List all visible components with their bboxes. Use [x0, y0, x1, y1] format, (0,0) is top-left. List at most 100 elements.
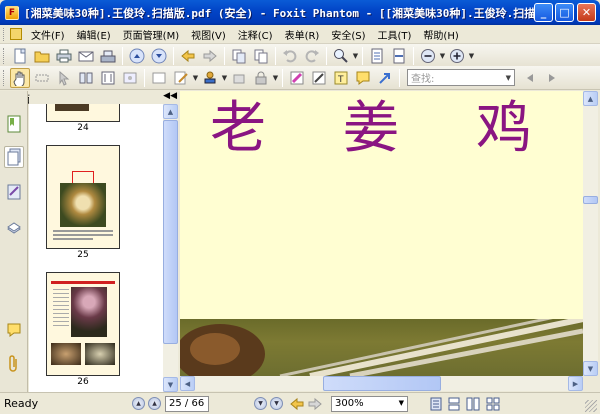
menu-edit[interactable]: 编辑(E) [71, 27, 117, 42]
scroll-up-icon[interactable]: ▲ [583, 91, 598, 106]
image-icon[interactable] [120, 68, 140, 88]
chevron-down-icon[interactable]: ▼ [352, 52, 359, 60]
scroll-right-icon[interactable]: ▶ [568, 376, 583, 391]
single-page-icon[interactable] [430, 397, 442, 414]
previous-page-icon[interactable]: ▲ [148, 397, 161, 410]
chevron-down-icon[interactable]: ▼ [439, 52, 446, 60]
attach-icon[interactable] [229, 68, 249, 88]
menu-help[interactable]: 帮助(H) [417, 27, 464, 42]
scroll-down-icon[interactable]: ▼ [163, 377, 178, 392]
thumbnail-text-line [53, 230, 113, 232]
zoom-out-icon[interactable] [418, 46, 438, 66]
back-arrow-icon[interactable] [290, 397, 304, 414]
menu-page-management[interactable]: 页面管理(M) [117, 27, 185, 42]
pages-tab-icon[interactable] [4, 146, 24, 168]
chevron-down-icon[interactable]: ▼ [221, 74, 228, 82]
redo-icon[interactable] [302, 46, 322, 66]
scan-icon[interactable] [98, 46, 118, 66]
print-icon[interactable] [54, 46, 74, 66]
zoom-tool-icon[interactable] [331, 46, 351, 66]
maximize-button[interactable]: □ [555, 3, 574, 22]
pointer-icon[interactable] [54, 68, 74, 88]
chevron-down-icon[interactable]: ▼ [192, 74, 199, 82]
thumbnail-page-24[interactable] [46, 104, 120, 122]
undo-icon[interactable] [280, 46, 300, 66]
last-page-icon[interactable]: ▼ [270, 397, 283, 410]
minimize-button[interactable]: _ [534, 3, 553, 22]
scroll-up-icon[interactable]: ▲ [163, 104, 178, 119]
stamp-icon[interactable] [200, 68, 220, 88]
fit-page-icon[interactable] [367, 46, 387, 66]
open-icon[interactable] [32, 46, 52, 66]
rectangle-icon[interactable] [149, 68, 169, 88]
attachments-tab-icon[interactable] [4, 217, 24, 239]
chevron-down-icon[interactable]: ▼ [468, 52, 475, 60]
thumbnail-image [51, 343, 81, 365]
previous-page-icon[interactable] [127, 46, 147, 66]
scrollbar-thumb[interactable] [323, 376, 441, 391]
forward-arrow-icon[interactable] [308, 397, 322, 414]
menu-view[interactable]: 视图(V) [185, 27, 232, 42]
find-previous-icon[interactable] [520, 68, 540, 88]
typewriter-icon[interactable]: T [331, 68, 351, 88]
next-page-icon[interactable]: ▼ [254, 397, 267, 410]
toolbar-separator [144, 68, 145, 87]
note-icon[interactable] [353, 68, 373, 88]
menu-security[interactable]: 安全(S) [325, 27, 371, 42]
scroll-down-icon[interactable]: ▼ [583, 361, 598, 376]
snapshot-icon[interactable] [76, 68, 96, 88]
side-tab-bar [0, 91, 28, 392]
continuous-page-icon[interactable] [448, 397, 460, 414]
document-view[interactable]: 老 姜 鸡 [180, 91, 583, 376]
resize-grip[interactable] [585, 400, 597, 412]
chevron-down-icon[interactable]: ▼ [399, 399, 404, 407]
next-page-icon[interactable] [149, 46, 169, 66]
zoom-in-icon[interactable] [447, 46, 467, 66]
lock-icon[interactable] [251, 68, 271, 88]
email-icon[interactable] [76, 46, 96, 66]
scroll-left-icon[interactable]: ◀ [180, 376, 195, 391]
find-next-icon[interactable] [542, 68, 562, 88]
search-input[interactable]: 查找: ▼ [407, 69, 515, 86]
menu-tools[interactable]: 工具(T) [372, 27, 418, 42]
document-vertical-scrollbar[interactable]: ▲ ▼ [583, 91, 598, 376]
zoom-level-select[interactable]: 300% ▼ [331, 396, 408, 412]
text-viewer-icon[interactable] [98, 68, 118, 88]
paperclip-tab-icon[interactable] [4, 353, 24, 375]
new-icon[interactable] [10, 46, 30, 66]
continuous-facing-icon[interactable] [486, 397, 500, 414]
cut-icon[interactable] [229, 46, 249, 66]
facing-page-icon[interactable] [466, 397, 480, 414]
page-number-field[interactable]: 25 / 66 [165, 396, 209, 412]
hand-tool-icon[interactable] [10, 67, 30, 88]
thumbnail-page-25[interactable] [46, 145, 120, 249]
foxit-app-icon[interactable]: F [5, 5, 19, 20]
copy-icon[interactable] [251, 46, 271, 66]
pencil-icon[interactable] [171, 68, 191, 88]
close-button[interactable]: ✕ [577, 3, 596, 22]
menu-file[interactable]: 文件(F) [25, 27, 71, 42]
highlight-icon[interactable] [287, 68, 307, 88]
select-text-icon[interactable] [32, 68, 52, 88]
back-arrow-icon[interactable] [178, 46, 198, 66]
menu-form[interactable]: 表单(R) [279, 27, 326, 42]
forward-arrow-icon[interactable] [200, 46, 220, 66]
thumbnail-label: 25 [77, 250, 89, 260]
scrollbar-thumb[interactable] [583, 196, 598, 204]
layers-tab-icon[interactable] [4, 181, 24, 203]
menu-comment[interactable]: 注释(C) [232, 27, 279, 42]
comments-tab-icon[interactable] [4, 319, 24, 341]
chevron-down-icon[interactable]: ▼ [272, 74, 279, 82]
arrow-tool-icon[interactable] [375, 68, 395, 88]
scrollbar-thumb[interactable] [163, 120, 178, 344]
first-page-icon[interactable]: ▲ [132, 397, 145, 410]
thumbnail-scrollbar[interactable]: ▲ ▼ [163, 104, 178, 392]
collapse-panel-icon[interactable]: ◀◀ [163, 91, 177, 101]
document-horizontal-scrollbar[interactable]: ◀ ▶ [180, 376, 583, 391]
sign-icon[interactable] [309, 68, 329, 88]
thumbnail-page-26[interactable] [46, 272, 120, 376]
fit-width-icon[interactable] [389, 46, 409, 66]
status-bar: Ready ▲ ▲ 25 / 66 ▼ ▼ 300% ▼ [0, 392, 600, 414]
chevron-down-icon[interactable]: ▼ [506, 74, 511, 82]
bookmark-tab-icon[interactable] [4, 113, 24, 135]
